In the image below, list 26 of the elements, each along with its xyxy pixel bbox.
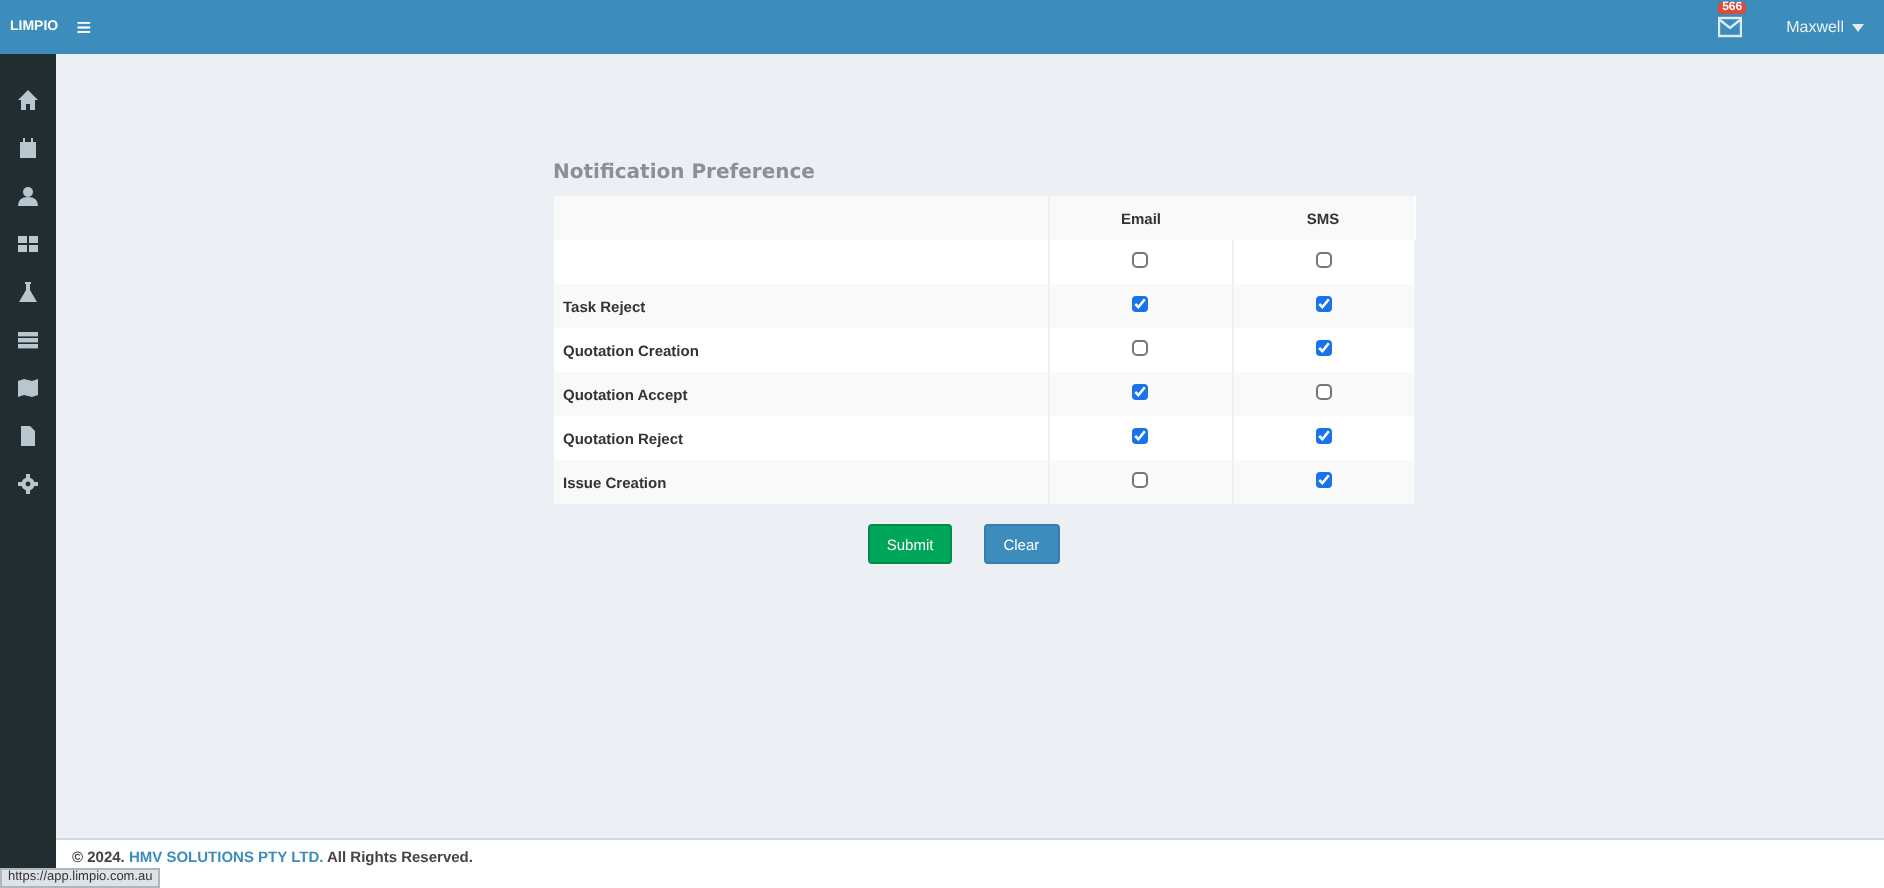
user-menu[interactable]: Maxwell	[1786, 18, 1864, 36]
user-icon[interactable]	[18, 186, 38, 206]
section-title: Notification Preference	[553, 162, 817, 184]
list-icon[interactable]	[18, 330, 38, 350]
email-checkbox[interactable]	[1132, 340, 1149, 356]
settings-icon[interactable]	[18, 474, 38, 494]
sms-checkbox[interactable]	[1315, 296, 1331, 312]
select-all-checkbox[interactable]	[1132, 252, 1149, 268]
sms-checkbox[interactable]	[1315, 340, 1331, 356]
sms-checkbox[interactable]	[1315, 384, 1331, 400]
sms-checkbox[interactable]	[1315, 428, 1331, 444]
envelope-icon[interactable]	[1718, 16, 1743, 38]
sms-checkbox[interactable]	[1315, 472, 1331, 488]
email-checkbox[interactable]	[1132, 296, 1149, 312]
menu-icon[interactable]: ≡	[76, 14, 92, 40]
select-all-checkbox[interactable]	[1315, 252, 1331, 268]
flask-icon[interactable]	[18, 282, 38, 302]
map-icon[interactable]	[18, 378, 38, 398]
grid-icon[interactable]	[18, 234, 38, 254]
home-icon[interactable]	[18, 90, 38, 110]
calendar-icon[interactable]	[18, 138, 38, 158]
email-checkbox[interactable]	[1132, 428, 1149, 444]
email-checkbox[interactable]	[1132, 472, 1149, 488]
file-icon[interactable]	[18, 426, 38, 446]
caret-icon	[1852, 23, 1864, 31]
email-checkbox[interactable]	[1132, 384, 1149, 400]
